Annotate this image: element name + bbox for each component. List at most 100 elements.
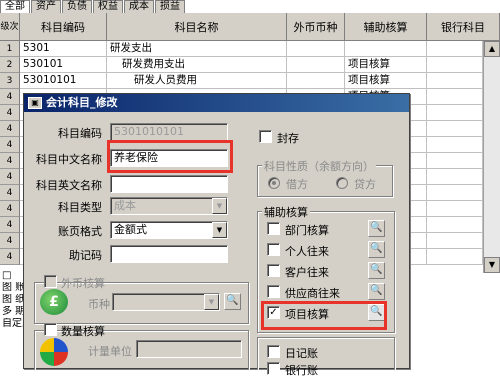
search-icon[interactable]: 🔍 <box>368 220 385 237</box>
row-level: 4 <box>0 217 20 233</box>
personal-accounting-checkbox[interactable] <box>267 243 280 256</box>
grid-cell-code[interactable]: 5301 <box>20 41 107 57</box>
row-level: 4 <box>0 89 20 105</box>
unit-input <box>136 340 242 358</box>
grid-cell-bank[interactable] <box>427 105 483 121</box>
cn-name-label: 科目中文名称 <box>36 153 102 166</box>
department-accounting-label: 部门核算 <box>285 224 329 237</box>
grid-cell-bank[interactable] <box>427 201 483 217</box>
tab-profit-loss[interactable]: 损益 <box>155 0 185 13</box>
search-icon[interactable]: 🔍 <box>368 283 385 300</box>
chevron-down-icon: ▼ <box>204 294 219 310</box>
tab-equity[interactable]: 权益 <box>93 0 123 13</box>
sealed-label: 封存 <box>277 132 299 145</box>
sealed-checkbox[interactable] <box>259 130 272 143</box>
code-field: 5301010101 <box>110 123 228 141</box>
grid-header-auxiliary[interactable]: 辅助核算 <box>345 13 427 41</box>
journal-label: 日记账 <box>285 347 318 360</box>
unit-label: 计量单位 <box>88 345 132 358</box>
row-level: 2 <box>0 57 20 73</box>
grid-scrollbar[interactable]: ▲ ▼ <box>483 41 500 273</box>
en-name-label: 科目英文名称 <box>36 179 102 192</box>
scroll-down-icon[interactable]: ▼ <box>484 257 500 273</box>
row-level: 4 <box>0 137 20 153</box>
grid-cell-currency[interactable] <box>287 41 345 57</box>
grid-cell-name[interactable]: 研发费用支出 <box>107 57 287 73</box>
left-option: 多 期 <box>2 306 24 317</box>
grid-cell-code[interactable]: 53010101 <box>20 73 107 89</box>
grid-header-bank[interactable]: 银行科目 <box>427 13 500 41</box>
grid-cell-bank[interactable] <box>427 57 483 73</box>
search-icon[interactable]: 🔍 <box>368 241 385 258</box>
grid-cell-bank[interactable] <box>427 233 483 249</box>
tab-liabilities[interactable]: 负债 <box>62 0 92 13</box>
type-select: 成本 ▼ <box>110 197 228 215</box>
forex-checkbox[interactable] <box>44 275 57 288</box>
left-option: □ <box>2 270 12 281</box>
cn-name-input[interactable]: 养老保险 <box>110 149 228 167</box>
row-level: 4 <box>0 153 20 169</box>
type-label: 科目类型 <box>58 201 102 214</box>
supplier-accounting-checkbox[interactable] <box>267 285 280 298</box>
forex-label: 外币核算 <box>61 277 105 290</box>
currency-label: 币种 <box>88 298 110 311</box>
quantity-checkbox[interactable] <box>44 323 57 336</box>
row-level: 4 <box>0 121 20 137</box>
grid-header-currency[interactable]: 外币币种 <box>287 13 345 41</box>
grid-cell-auxiliary[interactable] <box>345 41 427 57</box>
tab-assets[interactable]: 资产 <box>31 0 61 13</box>
grid-header-level: 级次 <box>0 13 20 41</box>
grid-cell-bank[interactable] <box>427 41 483 57</box>
personal-accounting-label: 个人往来 <box>285 245 329 258</box>
en-name-input[interactable] <box>110 175 228 193</box>
currency-select: ▼ <box>112 293 220 311</box>
project-accounting-checkbox[interactable]: ✓ <box>267 306 280 319</box>
bank-book-label: 银行账 <box>285 364 318 377</box>
grid-cell-bank[interactable] <box>427 217 483 233</box>
row-level: 4 <box>0 105 20 121</box>
tab-cost[interactable]: 成本 <box>124 0 154 13</box>
format-select[interactable]: 金额式 ▼ <box>110 221 228 239</box>
journal-checkbox[interactable] <box>267 345 280 358</box>
chevron-down-icon[interactable]: ▼ <box>212 222 227 238</box>
grid-cell-name[interactable]: 研发人员费用 <box>107 73 287 89</box>
format-label: 账页格式 <box>58 225 102 238</box>
debit-radio[interactable] <box>268 177 280 189</box>
row-level: 4 <box>0 201 20 217</box>
grid-cell-bank[interactable] <box>427 185 483 201</box>
tab-all[interactable]: 全部 <box>0 0 30 13</box>
grid-cell-auxiliary[interactable]: 项目核算 <box>345 73 427 89</box>
mnemonic-input[interactable] <box>110 245 228 263</box>
row-level: 1 <box>0 41 20 57</box>
row-level: 3 <box>0 73 20 89</box>
grid-cell-bank[interactable] <box>427 249 483 265</box>
grid-cell-name[interactable]: 研发支出 <box>107 41 287 57</box>
credit-label: 贷方 <box>354 178 376 191</box>
grid-cell-bank[interactable] <box>427 137 483 153</box>
credit-radio[interactable] <box>336 177 348 189</box>
search-icon: 🔍 <box>224 293 241 310</box>
grid-cell-bank[interactable] <box>427 89 483 105</box>
scroll-up-icon[interactable]: ▲ <box>484 41 500 57</box>
left-option: 自定义 <box>2 318 24 329</box>
customer-accounting-checkbox[interactable] <box>267 264 280 277</box>
search-icon[interactable]: 🔍 <box>368 262 385 279</box>
row-level: 4 <box>0 169 20 185</box>
grid-cell-bank[interactable] <box>427 153 483 169</box>
search-icon[interactable]: 🔍 <box>368 304 385 321</box>
grid-cell-code[interactable]: 530101 <box>20 57 107 73</box>
grid-cell-bank[interactable] <box>427 169 483 185</box>
grid-header-name[interactable]: 科目名称 <box>107 13 287 41</box>
dialog-titlebar[interactable]: ▣ 会计科目_修改 <box>24 94 409 112</box>
auxiliary-title: 辅助核算 <box>262 204 310 220</box>
grid-cell-bank[interactable] <box>427 73 483 89</box>
department-accounting-checkbox[interactable] <box>267 222 280 235</box>
row-level: 4 <box>0 233 20 249</box>
grid-cell-currency[interactable] <box>287 73 345 89</box>
row-level: 4 <box>0 249 20 265</box>
quantity-pie-icon <box>40 338 68 366</box>
grid-cell-currency[interactable] <box>287 57 345 73</box>
grid-header-code[interactable]: 科目编码 <box>20 13 107 41</box>
grid-cell-auxiliary[interactable]: 项目核算 <box>345 57 427 73</box>
grid-cell-bank[interactable] <box>427 121 483 137</box>
